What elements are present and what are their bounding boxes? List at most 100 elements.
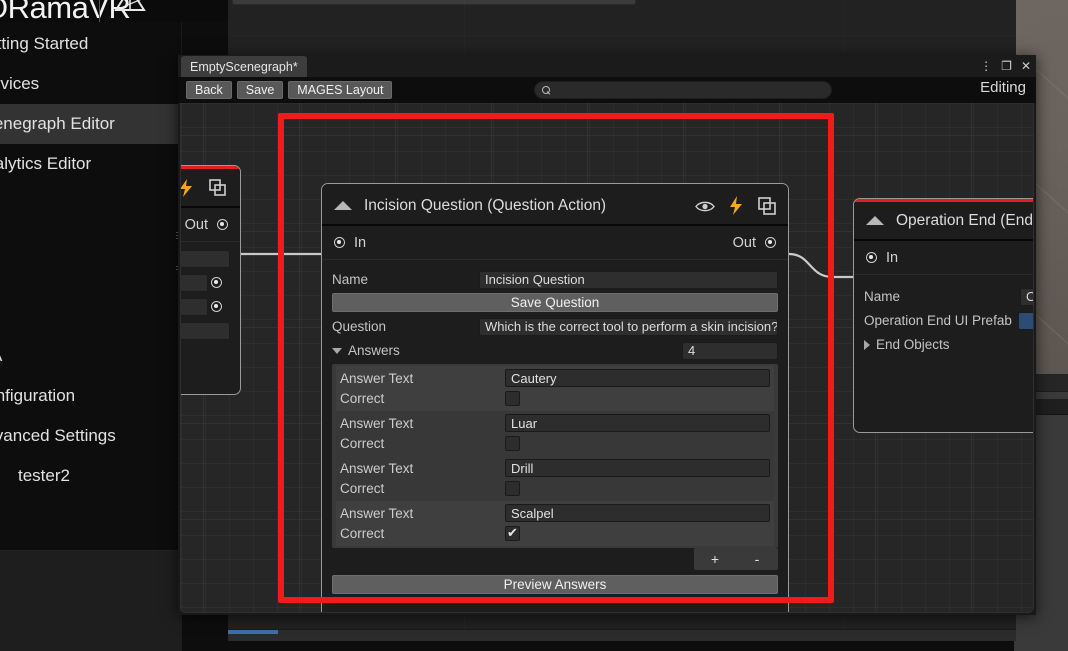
add-answer-button[interactable]: + xyxy=(697,551,733,567)
node-out-port-row[interactable]: Out xyxy=(181,208,240,242)
field-input[interactable] xyxy=(181,273,208,292)
sidebar-item-configuration[interactable]: Configuration xyxy=(0,376,182,416)
answer-text-row[interactable]: Answer Text Drill xyxy=(340,458,770,478)
answer-text-label: Answer Text xyxy=(340,370,414,386)
answer-text-input[interactable]: Cautery xyxy=(505,369,770,387)
prefab-input[interactable] xyxy=(1017,311,1033,330)
sidebar-item-label: Analytics Editor xyxy=(0,154,92,173)
out-port[interactable]: Out xyxy=(185,217,228,233)
object-picker-icon[interactable] xyxy=(211,277,222,288)
correct-checkbox[interactable] xyxy=(505,480,520,496)
answer-text-input[interactable]: Drill xyxy=(505,459,770,477)
correct-checkbox[interactable] xyxy=(505,390,520,406)
save-button[interactable]: Save xyxy=(236,81,284,99)
answer-correct-row[interactable]: Correct xyxy=(340,523,770,543)
mages-layout-button[interactable]: MAGES Layout xyxy=(288,81,393,99)
graph-canvas[interactable]: Out Emp xyxy=(180,103,1034,613)
tab-empty-scenegraph[interactable]: EmptyScenegraph* xyxy=(181,56,307,77)
question-node-body: Name Incision Question Save Question Que… xyxy=(322,260,788,608)
answers-foldout-row[interactable]: Answers 4 xyxy=(332,340,778,361)
node-previous-action[interactable]: Out Emp xyxy=(181,165,241,395)
field-input[interactable]: Emp xyxy=(181,297,208,316)
answers-count-input[interactable]: 4 xyxy=(682,341,778,360)
node-field-row[interactable] xyxy=(181,248,230,269)
correct-checkbox[interactable] xyxy=(505,525,520,541)
kebab-menu-icon[interactable]: ⋮ xyxy=(980,60,992,72)
navigation-sidebar[interactable]: Getting Started Services Scenegraph Edit… xyxy=(0,22,182,551)
answer-text-input[interactable]: Scalpel xyxy=(505,504,770,522)
node-field-row[interactable] xyxy=(181,272,230,293)
search-input[interactable] xyxy=(551,84,831,96)
answer-correct-row[interactable]: Correct xyxy=(340,478,770,498)
node-operation-end[interactable]: Operation End (End In Name Op Operation … xyxy=(853,198,1033,433)
tab-label: EmptyScenegraph* xyxy=(190,59,298,74)
duplicate-icon[interactable] xyxy=(758,196,776,215)
node-field-row[interactable]: 0 xyxy=(181,320,230,341)
list-item[interactable]: Answer Text Drill Correct xyxy=(336,456,774,501)
sidebar-item-analytics-editor[interactable]: Analytics Editor xyxy=(0,144,182,184)
end-objects-foldout-row[interactable]: End Objects xyxy=(864,334,1033,355)
sidebar-footer-area xyxy=(0,551,182,651)
prefab-field-row[interactable]: Operation End UI Prefab xyxy=(864,310,1033,331)
sidebar-item-ria[interactable]: RIA xyxy=(0,336,182,376)
sidebar-item-services[interactable]: Services xyxy=(0,64,182,104)
collapse-triangle-icon[interactable] xyxy=(334,201,352,210)
question-field-row[interactable]: Question Which is the correct tool to pe… xyxy=(332,316,778,337)
node-incision-question[interactable]: Incision Question (Question Action) In O… xyxy=(321,183,789,612)
in-port[interactable]: In xyxy=(334,235,366,251)
out-port-dot[interactable] xyxy=(217,219,228,230)
in-port-dot[interactable] xyxy=(866,252,877,263)
answer-text-row[interactable]: Answer Text Luar xyxy=(340,413,770,433)
answer-correct-row[interactable]: Correct xyxy=(340,433,770,453)
bolt-icon[interactable] xyxy=(181,178,193,197)
correct-checkbox[interactable] xyxy=(505,435,520,451)
out-port-dot[interactable] xyxy=(765,237,776,248)
maximize-icon[interactable]: ❐ xyxy=(1001,60,1012,72)
sidebar-item-getting-started[interactable]: Getting Started xyxy=(0,24,182,64)
sidebar-item-user-account[interactable]: tester2 xyxy=(0,456,182,496)
chevron-down-icon[interactable] xyxy=(332,347,342,354)
name-field-row[interactable]: Name Op xyxy=(864,286,1033,307)
search-field[interactable] xyxy=(534,81,832,99)
bolt-icon[interactable] xyxy=(729,196,743,215)
collapse-triangle-icon[interactable] xyxy=(866,216,884,225)
list-item[interactable]: Answer Text Luar Correct xyxy=(336,411,774,456)
answer-text-input[interactable]: Luar xyxy=(505,414,770,432)
answer-text-label: Answer Text xyxy=(340,505,414,521)
duplicate-icon[interactable] xyxy=(209,179,226,196)
back-button[interactable]: Back xyxy=(186,81,232,99)
node-header[interactable]: Incision Question (Question Action) xyxy=(322,184,788,226)
sidebar-item-advanced-settings[interactable]: Advanced Settings xyxy=(0,416,182,456)
list-item[interactable]: Answer Text Cautery Correct xyxy=(336,366,774,411)
node-port-row[interactable]: In Out xyxy=(322,226,788,260)
answer-text-row[interactable]: Answer Text Scalpel xyxy=(340,503,770,523)
node-header[interactable]: Operation End (End xyxy=(854,199,1033,241)
list-item[interactable]: Answer Text Scalpel Correct xyxy=(336,501,774,546)
answer-correct-row[interactable]: Correct xyxy=(340,388,770,408)
save-question-label: Save Question xyxy=(510,295,600,310)
answer-text-row[interactable]: Answer Text Cautery xyxy=(340,368,770,388)
node-port-row[interactable]: In xyxy=(854,241,1033,275)
in-port[interactable]: In xyxy=(866,250,898,266)
field-input[interactable]: 0 xyxy=(181,321,230,340)
node-header[interactable] xyxy=(181,166,240,208)
object-picker-icon[interactable] xyxy=(211,301,222,312)
field-input[interactable] xyxy=(181,249,230,268)
save-question-button[interactable]: Save Question xyxy=(332,293,778,312)
node-accent-bar xyxy=(181,166,240,169)
question-input[interactable]: Which is the correct tool to perform a s… xyxy=(479,317,778,336)
out-port[interactable]: Out xyxy=(733,235,776,251)
remove-answer-button[interactable]: - xyxy=(739,551,775,567)
close-icon[interactable]: ✕ xyxy=(1021,60,1031,72)
eye-icon[interactable] xyxy=(695,200,715,212)
brand-logo-bar: ORamaVR xyxy=(0,0,228,22)
name-field-row[interactable]: Name Incision Question xyxy=(332,269,778,290)
sidebar-item-scenegraph-editor[interactable]: Scenegraph Editor xyxy=(0,104,182,144)
node-field-row[interactable]: Emp xyxy=(181,296,230,317)
sidebar-item-label: Scenegraph Editor xyxy=(0,114,115,133)
name-input[interactable]: Op xyxy=(1020,287,1033,306)
preview-answers-button[interactable]: Preview Answers xyxy=(332,575,778,594)
name-input[interactable]: Incision Question xyxy=(479,270,778,289)
in-port-dot[interactable] xyxy=(334,237,345,248)
chevron-right-icon[interactable] xyxy=(864,339,870,350)
